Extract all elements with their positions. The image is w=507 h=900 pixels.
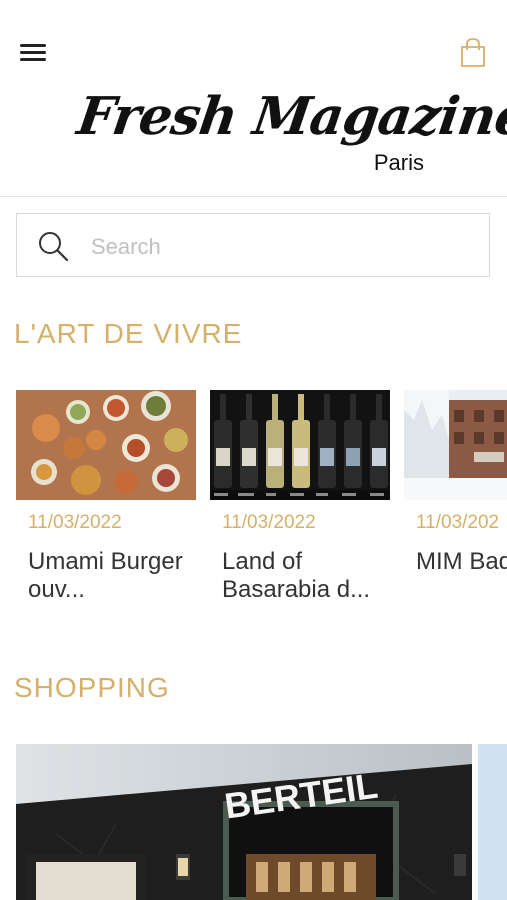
logo-city: Paris	[373, 150, 424, 175]
article-date: 11/03/202	[416, 512, 500, 533]
hamburger-menu-icon	[20, 44, 48, 61]
app-header: Fresh Magazine Paris	[0, 0, 507, 197]
search-input[interactable]	[89, 228, 473, 266]
article-thumbnail-snowy-hotel	[404, 390, 507, 500]
search-icon	[39, 232, 69, 262]
shopping-carousel[interactable]: BERTEIL	[16, 744, 507, 900]
menu-button[interactable]	[20, 40, 48, 64]
brand-logo[interactable]: Fresh Magazine Paris	[70, 82, 507, 182]
art-de-vivre-carousel[interactable]: 11/03/2022 Umami Burger ouv... 11/03/202…	[16, 390, 507, 620]
article-card[interactable]: 11/03/2022 Land of Basarabia d...	[210, 390, 390, 620]
article-date: 11/03/2022	[28, 512, 122, 533]
article-thumbnail-wine-bottles	[210, 390, 390, 500]
shopping-bag-button[interactable]	[457, 36, 489, 68]
section-title-art-de-vivre: L'ART DE VIVRE	[14, 318, 243, 349]
section-title-shopping: SHOPPING	[14, 672, 170, 703]
article-thumbnail-burgers	[16, 390, 196, 500]
article-card[interactable]: 11/03/202 MIM Baqueira	[404, 390, 507, 620]
shopping-card[interactable]: BERTEIL	[16, 744, 472, 900]
article-date: 11/03/2022	[222, 512, 316, 533]
article-card[interactable]: 11/03/2022 Umami Burger ouv...	[16, 390, 196, 620]
logo-wordmark: Fresh Magazine	[73, 86, 507, 147]
article-title: Land of Basarabia d...	[222, 548, 371, 603]
search-bar[interactable]	[16, 213, 490, 277]
article-title: MIM Baqueira	[416, 548, 507, 575]
shopping-thumbnail-storefront: BERTEIL	[16, 744, 472, 900]
shopping-bag-icon	[461, 38, 485, 67]
article-title: Umami Burger ouv...	[28, 548, 183, 603]
shopping-card[interactable]	[478, 744, 507, 900]
